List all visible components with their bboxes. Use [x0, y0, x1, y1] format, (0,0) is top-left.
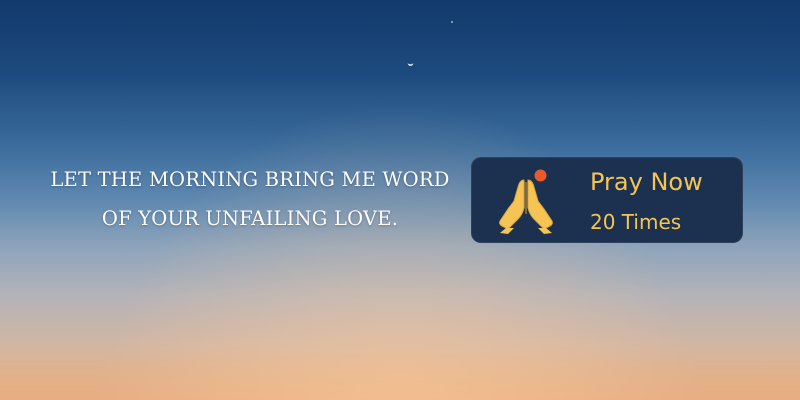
pray-now-label: Pray Now [590, 168, 703, 196]
notification-dot [534, 169, 547, 182]
pray-now-button[interactable]: Pray Now 20 Times [471, 157, 743, 243]
verse-line-1: LET THE MORNING BRING ME WORD [50, 168, 450, 191]
pray-count: 20 Times [590, 210, 682, 234]
crescent-moon-icon [407, 63, 414, 66]
praying-hands-icon [499, 179, 553, 234]
verse-line-2: OF YOUR UNFAILING LOVE. [101, 207, 399, 230]
verse-text: LET THE MORNING BRING ME WORD OF YOUR UN… [40, 160, 460, 238]
star [451, 21, 453, 23]
